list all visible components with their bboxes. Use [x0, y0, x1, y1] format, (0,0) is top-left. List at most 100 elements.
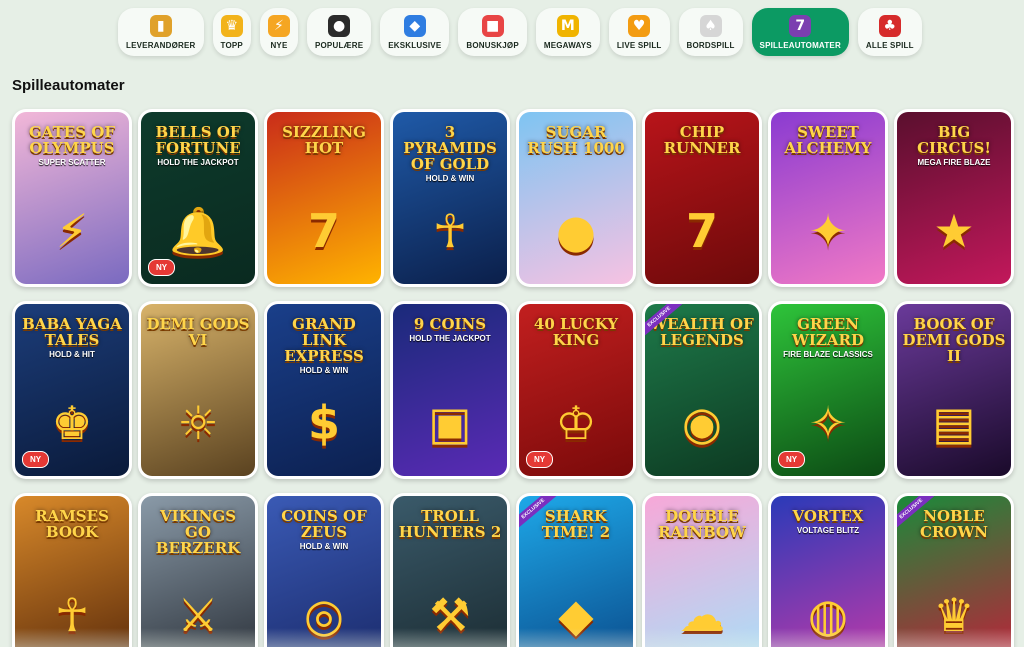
nav-pill-alle-spill[interactable]: ♣ ALLE SPILL	[857, 8, 922, 56]
nav-pill-label: LIVE SPILL	[616, 41, 662, 50]
game-emblem-icon: 7	[685, 204, 718, 258]
game-tile[interactable]: Double Rainbow ☁	[642, 493, 762, 647]
game-emblem-icon: ☼	[177, 396, 219, 450]
game-tile[interactable]: Troll Hunters 2 ⚒	[390, 493, 510, 647]
game-emblem-icon: $	[307, 396, 340, 450]
game-title: Wealth of Legends	[649, 316, 755, 348]
game-title-text: Sweet Alchemy	[784, 123, 872, 157]
game-title-text: Grand Link Express	[284, 315, 364, 365]
game-title: 3 Pyramids of Gold HOLD & WIN	[397, 124, 503, 184]
game-title-text: Vortex	[792, 507, 864, 525]
game-title-text: Baba Yaga Tales	[22, 315, 122, 349]
new-badge: NY	[22, 451, 50, 468]
game-tile[interactable]: Noble Crown ♛ EXCLUSIVE	[894, 493, 1014, 647]
nav-pill-label: POPULÆRE	[314, 41, 364, 50]
nav-pill-nye[interactable]: ⚡ NYE	[259, 8, 298, 56]
bottom-fade	[519, 628, 633, 647]
bottom-fade	[393, 628, 507, 647]
game-tile[interactable]: Demi Gods VI ☼	[138, 301, 258, 479]
slot-machine-icon: 7	[789, 15, 812, 37]
nav-pill-label: EKSKLUSIVE	[388, 41, 442, 50]
game-tile[interactable]: Big Circus! MEGA FIRE BLAZE ★	[894, 109, 1014, 287]
game-title: Vikings go Berzerk	[145, 508, 251, 556]
game-thumbnail: Troll Hunters 2 ⚒	[393, 496, 507, 647]
game-title-text: Sugar Rush 1000	[527, 123, 625, 157]
game-title: Coins of Zeus HOLD & WIN	[271, 508, 377, 552]
game-subtitle: VOLTAGE BLITZ	[796, 526, 860, 535]
game-title-text: Shark Time! 2	[541, 507, 611, 541]
game-title-text: Troll Hunters 2	[398, 507, 502, 541]
game-tile[interactable]: 9 Coins HOLD THE JACKPOT ▣	[390, 301, 510, 479]
nav-pill-megaways[interactable]: M MEGAWAYS	[535, 8, 600, 56]
gift-icon: ■	[481, 15, 504, 37]
game-thumbnail: Baba Yaga Tales HOLD & HIT ♚ NY	[15, 304, 129, 476]
game-tile[interactable]: Grand Link Express HOLD & WIN $	[264, 301, 384, 479]
game-emblem-icon: ♚	[51, 396, 93, 450]
game-title-text: Sizzling Hot	[282, 123, 366, 157]
game-subtitle: HOLD & WIN	[299, 366, 349, 375]
bottom-fade	[141, 628, 255, 647]
game-emblem-icon: 🔔	[169, 203, 227, 258]
game-tile[interactable]: Sugar Rush 1000 ●	[516, 109, 636, 287]
nav-pill-label: BORDSPILL	[686, 41, 735, 50]
game-tile[interactable]: Book of Demi Gods II ▤	[894, 301, 1014, 479]
game-emblem-icon: ▤	[932, 396, 976, 450]
game-tile[interactable]: Vikings go Berzerk ⚔	[138, 493, 258, 647]
game-subtitle: HOLD & WIN	[299, 542, 349, 551]
nav-pill-eksklusive[interactable]: ◆ EKSKLUSIVE	[380, 8, 450, 56]
game-tile[interactable]: Sweet Alchemy ✦	[768, 109, 888, 287]
game-thumbnail: Sugar Rush 1000 ●	[519, 112, 633, 284]
game-emblem-icon: ✧	[808, 396, 848, 450]
nav-pill-label: TOPP	[220, 41, 243, 50]
live-heart-icon: ♥	[628, 15, 651, 37]
bottom-fade	[897, 628, 1011, 647]
nav-pill-bonuskjøp[interactable]: ■ BONUSKJØP	[458, 8, 527, 56]
game-subtitle: HOLD THE JACKPOT	[157, 158, 239, 167]
lightning-icon: ⚡	[267, 15, 290, 37]
game-title: Baba Yaga Tales HOLD & HIT	[19, 316, 125, 360]
bottom-fade	[267, 628, 381, 647]
game-tile[interactable]: Chip Runner 7	[642, 109, 762, 287]
nav-pill-label: NYE	[270, 41, 288, 50]
nav-pill-bordspill[interactable]: ♠ BORDSPILL	[678, 8, 743, 56]
game-title-text: Ramses Book	[35, 507, 109, 541]
game-emblem-icon: 7	[307, 204, 340, 258]
game-thumbnail: Vikings go Berzerk ⚔	[141, 496, 255, 647]
game-tile[interactable]: Bells of Fortune HOLD THE JACKPOT 🔔 NY	[138, 109, 258, 287]
game-tile[interactable]: Vortex VOLTAGE BLITZ ◍	[768, 493, 888, 647]
game-subtitle: HOLD & WIN	[425, 174, 475, 183]
game-tile[interactable]: Wealth of Legends ◉ EXCLUSIVE	[642, 301, 762, 479]
game-tile[interactable]: Sizzling Hot 7	[264, 109, 384, 287]
nav-pill-topp[interactable]: ♛ TOPP	[212, 8, 251, 56]
nav-pill-label: MEGAWAYS	[543, 41, 592, 50]
game-tile[interactable]: Coins of Zeus HOLD & WIN ◎	[264, 493, 384, 647]
game-subtitle: FIRE BLAZE CLASSICS	[783, 350, 873, 359]
game-title: Sugar Rush 1000	[523, 124, 629, 156]
bottom-fade	[15, 628, 129, 647]
nav-pill-leverandører[interactable]: ▮ LEVERANDØRER	[118, 8, 204, 56]
game-title: 9 Coins HOLD THE JACKPOT	[397, 316, 503, 344]
game-emblem-icon: ★	[933, 204, 975, 258]
game-thumbnail: Gates of Olympus SUPER SCATTER ⚡	[15, 112, 129, 284]
game-thumbnail: Grand Link Express HOLD & WIN $	[267, 304, 381, 476]
game-thumbnail: Noble Crown ♛ EXCLUSIVE	[897, 496, 1011, 647]
game-title: Noble Crown	[901, 508, 1007, 540]
nav-pill-spilleautomater[interactable]: 7 SPILLEAUTOMATER	[751, 8, 849, 56]
game-tile[interactable]: 40 Lucky King ♔ NY	[516, 301, 636, 479]
game-tile[interactable]: Gates of Olympus SUPER SCATTER ⚡	[12, 109, 132, 287]
game-thumbnail: Chip Runner 7	[645, 112, 759, 284]
game-title-text: Demi Gods VI	[146, 315, 250, 349]
nav-pill-live-spill[interactable]: ♥ LIVE SPILL	[608, 8, 670, 56]
game-tile[interactable]: Green Wizard FIRE BLAZE CLASSICS ✧ NY	[768, 301, 888, 479]
game-title-text: Chip Runner	[663, 123, 741, 157]
game-tile[interactable]: Baba Yaga Tales HOLD & HIT ♚ NY	[12, 301, 132, 479]
game-thumbnail: Green Wizard FIRE BLAZE CLASSICS ✧ NY	[771, 304, 885, 476]
game-tile[interactable]: 3 Pyramids of Gold HOLD & WIN ☥	[390, 109, 510, 287]
nav-pill-populære[interactable]: ● POPULÆRE	[306, 8, 372, 56]
game-subtitle: SUPER SCATTER	[38, 158, 106, 167]
game-tile[interactable]: Ramses Book ☥	[12, 493, 132, 647]
game-tile[interactable]: Shark Time! 2 ◆ EXCLUSIVE	[516, 493, 636, 647]
game-emblem-icon: ♔	[555, 396, 597, 450]
game-title: Chip Runner	[649, 124, 755, 156]
new-badge: NY	[148, 259, 176, 276]
